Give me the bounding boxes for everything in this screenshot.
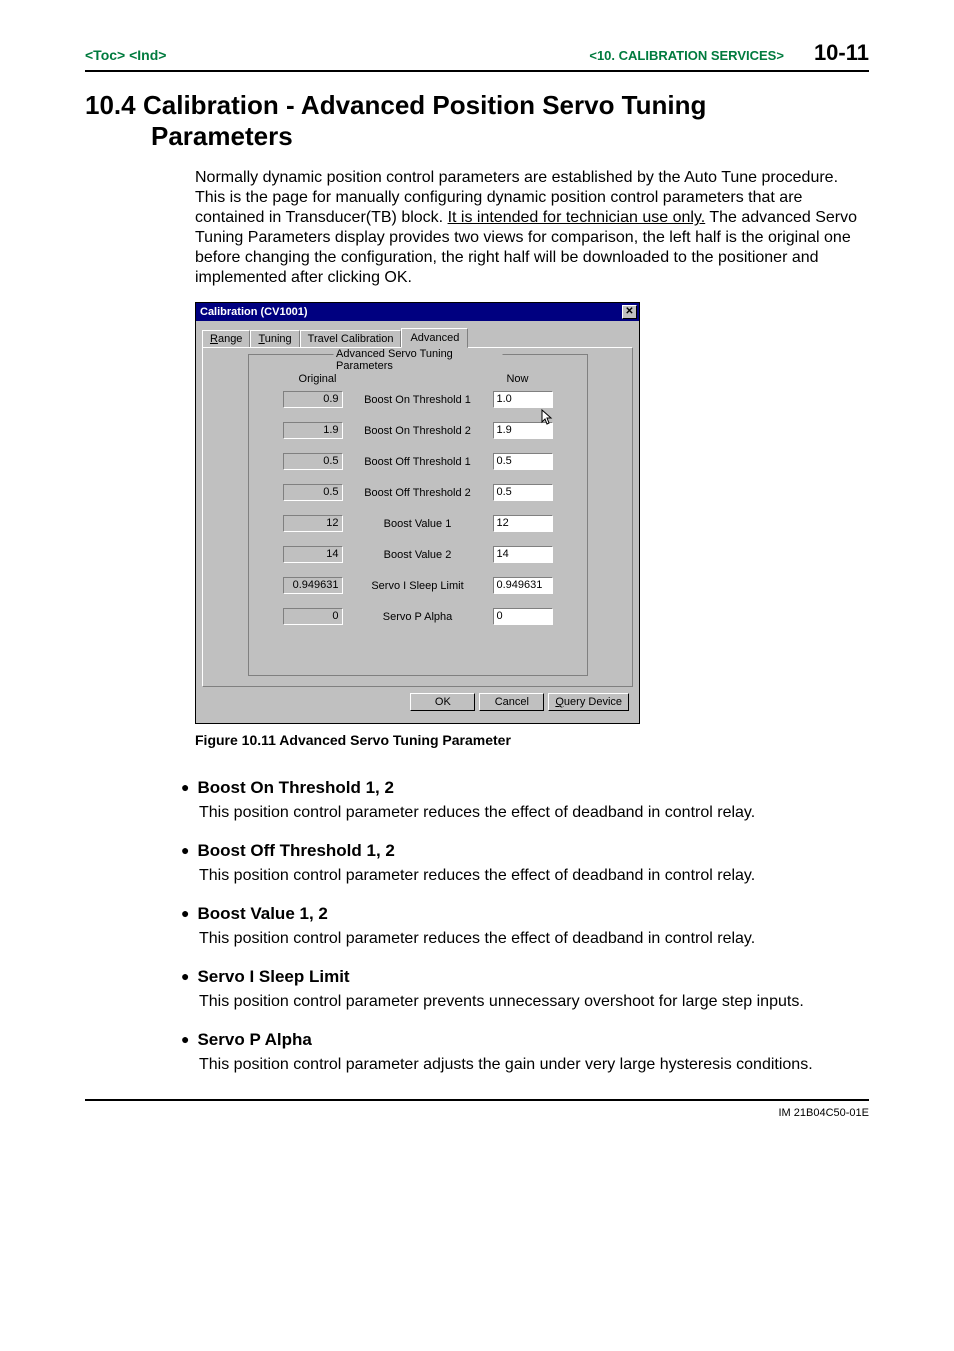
orig-value-6: 0.949631 <box>283 577 343 594</box>
section-heading-1: Calibration - Advanced Position Servo Tu… <box>143 90 706 120</box>
header-left: <Toc> <Ind> <box>85 47 166 63</box>
param-label-3: Boost Off Threshold 2 <box>343 487 493 499</box>
bullet-body-2: This position control parameter reduces … <box>199 929 869 949</box>
bullet-0: Boost On Threshold 1, 2 This position co… <box>181 778 869 823</box>
section-title: 10.4Calibration - Advanced Position Serv… <box>85 90 869 152</box>
orig-value-4: 12 <box>283 515 343 532</box>
dialog-titlebar[interactable]: Calibration (CV1001) ✕ <box>196 303 639 321</box>
bullet-3: Servo I Sleep Limit This position contro… <box>181 967 869 1012</box>
cancel-button[interactable]: Cancel <box>479 693 544 711</box>
now-input-1[interactable]: 1.9 <box>493 422 553 439</box>
close-icon[interactable]: ✕ <box>622 305 637 319</box>
query-rest: uery Device <box>564 696 622 708</box>
button-row: OK Cancel Query Device <box>202 687 633 717</box>
param-label-0: Boost On Threshold 1 <box>343 394 493 406</box>
page-number: 10-11 <box>814 40 869 66</box>
bullet-body-4: This position control parameter adjusts … <box>199 1055 869 1075</box>
now-input-2[interactable]: 0.5 <box>493 453 553 470</box>
now-input-0[interactable]: 1.0 <box>493 391 553 408</box>
param-row-1: 1.9 Boost On Threshold 2 1.9 <box>283 422 553 439</box>
section-heading-2: Parameters <box>85 121 869 152</box>
fieldset-legend: Advanced Servo Tuning Parameters <box>333 348 502 372</box>
bullet-title-1: Boost Off Threshold 1, 2 <box>181 841 869 861</box>
orig-value-3: 0.5 <box>283 484 343 501</box>
orig-value-1: 1.9 <box>283 422 343 439</box>
tab-advanced[interactable]: Advanced <box>401 328 468 348</box>
now-input-6[interactable]: 0.949631 <box>493 577 553 594</box>
orig-value-2: 0.5 <box>283 453 343 470</box>
now-input-7[interactable]: 0 <box>493 608 553 625</box>
now-input-5[interactable]: 14 <box>493 546 553 563</box>
calibration-dialog: Calibration (CV1001) ✕ Range Tuning Trav… <box>195 302 640 724</box>
col-now-label: Now <box>483 373 553 385</box>
chapter-link[interactable]: <10. CALIBRATION SERVICES> <box>589 48 784 63</box>
page-header: <Toc> <Ind> <10. CALIBRATION SERVICES> 1… <box>85 40 869 72</box>
bullet-title-4: Servo P Alpha <box>181 1030 869 1050</box>
param-row-2: 0.5 Boost Off Threshold 1 0.5 <box>283 453 553 470</box>
ok-button[interactable]: OK <box>410 693 475 711</box>
tab-range-rest: ange <box>218 333 242 345</box>
bullet-title-2: Boost Value 1, 2 <box>181 904 869 924</box>
orig-value-0: 0.9 <box>283 391 343 408</box>
intro-underlined: It is intended for technician use only. <box>448 209 706 226</box>
page-footer: IM 21B04C50-01E <box>85 1099 869 1119</box>
param-row-4: 12 Boost Value 1 12 <box>283 515 553 532</box>
tab-strip: Range Tuning Travel Calibration Advanced <box>202 327 633 347</box>
orig-value-7: 0 <box>283 608 343 625</box>
query-device-button[interactable]: Query Device <box>548 693 629 711</box>
bullet-body-0: This position control parameter reduces … <box>199 803 869 823</box>
bullet-body-1: This position control parameter reduces … <box>199 866 869 886</box>
params-fieldset: Advanced Servo Tuning Parameters Origina… <box>248 354 588 676</box>
now-input-4[interactable]: 12 <box>493 515 553 532</box>
param-row-6: 0.949631 Servo I Sleep Limit 0.949631 <box>283 577 553 594</box>
section-number: 10.4 <box>85 90 143 121</box>
bullet-title-3: Servo I Sleep Limit <box>181 967 869 987</box>
col-original-label: Original <box>283 373 353 385</box>
dialog-title: Calibration (CV1001) <box>200 306 308 318</box>
param-label-5: Boost Value 2 <box>343 549 493 561</box>
param-label-7: Servo P Alpha <box>343 611 493 623</box>
param-row-7: 0 Servo P Alpha 0 <box>283 608 553 625</box>
dialog-body: Range Tuning Travel Calibration Advanced… <box>196 321 639 723</box>
tab-range[interactable]: Range <box>202 330 250 347</box>
param-label-2: Boost Off Threshold 1 <box>343 456 493 468</box>
tab-tuning[interactable]: Tuning <box>250 330 299 347</box>
bullet-1: Boost Off Threshold 1, 2 This position c… <box>181 841 869 886</box>
bullet-title-0: Boost On Threshold 1, 2 <box>181 778 869 798</box>
now-input-3[interactable]: 0.5 <box>493 484 553 501</box>
tab-content: Advanced Servo Tuning Parameters Origina… <box>202 347 633 687</box>
bullet-2: Boost Value 1, 2 This position control p… <box>181 904 869 949</box>
param-row-5: 14 Boost Value 2 14 <box>283 546 553 563</box>
ind-link[interactable]: <Ind> <box>129 47 166 63</box>
footer-id: IM 21B04C50-01E <box>779 1107 870 1119</box>
orig-value-5: 14 <box>283 546 343 563</box>
param-label-4: Boost Value 1 <box>343 518 493 530</box>
bullet-body-3: This position control parameter prevents… <box>199 992 869 1012</box>
bullet-4: Servo P Alpha This position control para… <box>181 1030 869 1075</box>
param-label-6: Servo I Sleep Limit <box>343 580 493 592</box>
param-row-3: 0.5 Boost Off Threshold 2 0.5 <box>283 484 553 501</box>
figure-caption: Figure 10.11 Advanced Servo Tuning Param… <box>195 732 869 748</box>
column-headers: Original Now <box>283 373 553 385</box>
param-row-0: 0.9 Boost On Threshold 1 1.0 <box>283 391 553 408</box>
tab-travel[interactable]: Travel Calibration <box>300 330 402 347</box>
query-hotkey: Q <box>555 696 564 708</box>
intro-paragraph: Normally dynamic position control parame… <box>195 168 859 288</box>
param-label-1: Boost On Threshold 2 <box>343 425 493 437</box>
page: <Toc> <Ind> <10. CALIBRATION SERVICES> 1… <box>0 0 954 1149</box>
tab-tuning-rest: uning <box>265 333 292 345</box>
header-right: <10. CALIBRATION SERVICES> 10-11 <box>589 40 869 66</box>
toc-link[interactable]: <Toc> <box>85 47 125 63</box>
figure-block: Calibration (CV1001) ✕ Range Tuning Trav… <box>195 302 869 724</box>
